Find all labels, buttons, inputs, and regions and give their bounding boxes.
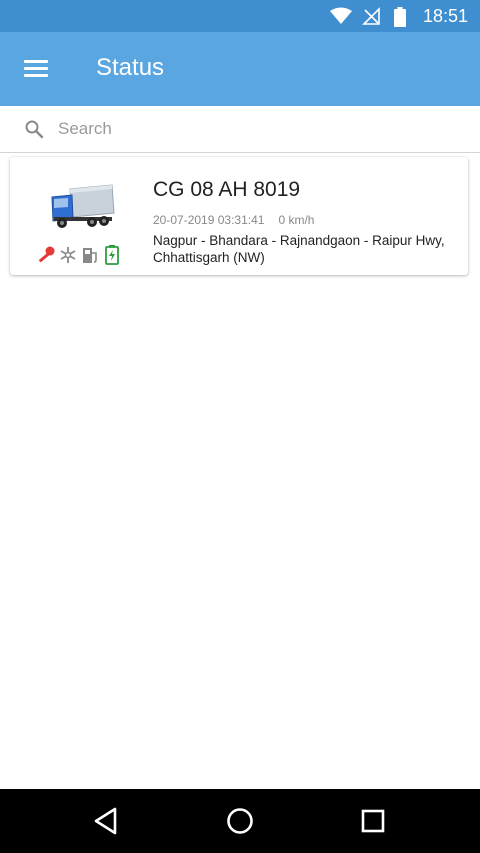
hamburger-menu-icon[interactable] bbox=[20, 52, 54, 86]
wifi-icon bbox=[330, 7, 352, 24]
last-update-timestamp: 20-07-2019 03:31:41 bbox=[153, 213, 265, 227]
vehicle-speed: 0 km/h bbox=[278, 213, 315, 227]
battery-charging-icon bbox=[105, 245, 119, 265]
search-bar bbox=[0, 106, 480, 153]
status-bar: 18:51 bbox=[0, 0, 480, 32]
clock: 18:51 bbox=[422, 6, 468, 26]
vehicle-number: CG 08 AH 8019 bbox=[153, 178, 301, 201]
search-input[interactable] bbox=[58, 116, 458, 142]
vehicle-meta: 20-07-2019 03:31:41 0 km/h bbox=[153, 213, 314, 227]
vehicle-address: Nagpur - Bhandara - Rajnandgaon - Raipur… bbox=[153, 233, 445, 265]
fuel-pump-icon bbox=[83, 248, 97, 263]
ac-snowflake-icon bbox=[60, 247, 76, 263]
back-icon[interactable] bbox=[91, 805, 123, 837]
truck-icon bbox=[51, 184, 115, 228]
page-title: Status bbox=[96, 54, 165, 81]
search-icon bbox=[25, 120, 44, 139]
battery-icon bbox=[394, 7, 406, 27]
ignition-key-icon bbox=[38, 246, 55, 263]
no-signal-icon bbox=[362, 7, 380, 25]
app-bar: Status bbox=[0, 32, 480, 106]
vehicle-card[interactable]: CG 08 AH 8019 20-07-2019 03:31:41 0 km/h … bbox=[10, 157, 468, 275]
recents-icon[interactable] bbox=[357, 805, 389, 837]
system-nav-bar bbox=[0, 789, 480, 853]
home-icon[interactable] bbox=[224, 805, 256, 837]
